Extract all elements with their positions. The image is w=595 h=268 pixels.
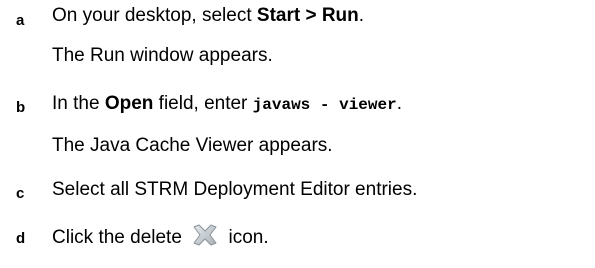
step-d-instruction: Click the delete icon. bbox=[52, 223, 269, 250]
step-b-result: The Java Cache Viewer appears. bbox=[52, 135, 333, 156]
step-a-prefix: On your desktop, select bbox=[52, 5, 257, 26]
step-letter-c: c bbox=[16, 185, 25, 202]
delete-x-icon bbox=[189, 223, 221, 247]
step-c-instruction: Select all STRM Deployment Editor entrie… bbox=[52, 179, 418, 200]
step-b-prefix: In the bbox=[52, 93, 105, 114]
step-a-instruction: On your desktop, select Start > Run. bbox=[52, 4, 364, 28]
step-a-suffix: . bbox=[358, 5, 365, 26]
step-letter-a: a bbox=[16, 12, 25, 29]
instruction-list: a On your desktop, select Start > Run. T… bbox=[0, 0, 595, 268]
step-b-suffix: . bbox=[396, 93, 402, 114]
step-d-suffix: icon. bbox=[223, 227, 269, 248]
step-b-field-name: Open bbox=[104, 93, 154, 114]
step-b-instruction: In the Open field, enter javaws - viewer… bbox=[52, 92, 402, 117]
step-a-result: The Run window appears. bbox=[52, 45, 273, 66]
step-b-middle: field, enter bbox=[153, 93, 253, 114]
step-letter-b: b bbox=[16, 99, 26, 116]
step-letter-d: d bbox=[16, 230, 26, 247]
step-d-prefix: Click the delete bbox=[52, 227, 188, 248]
step-b-command: javaws - viewer bbox=[252, 96, 397, 114]
step-a-menu-path: Start > Run bbox=[256, 5, 359, 26]
